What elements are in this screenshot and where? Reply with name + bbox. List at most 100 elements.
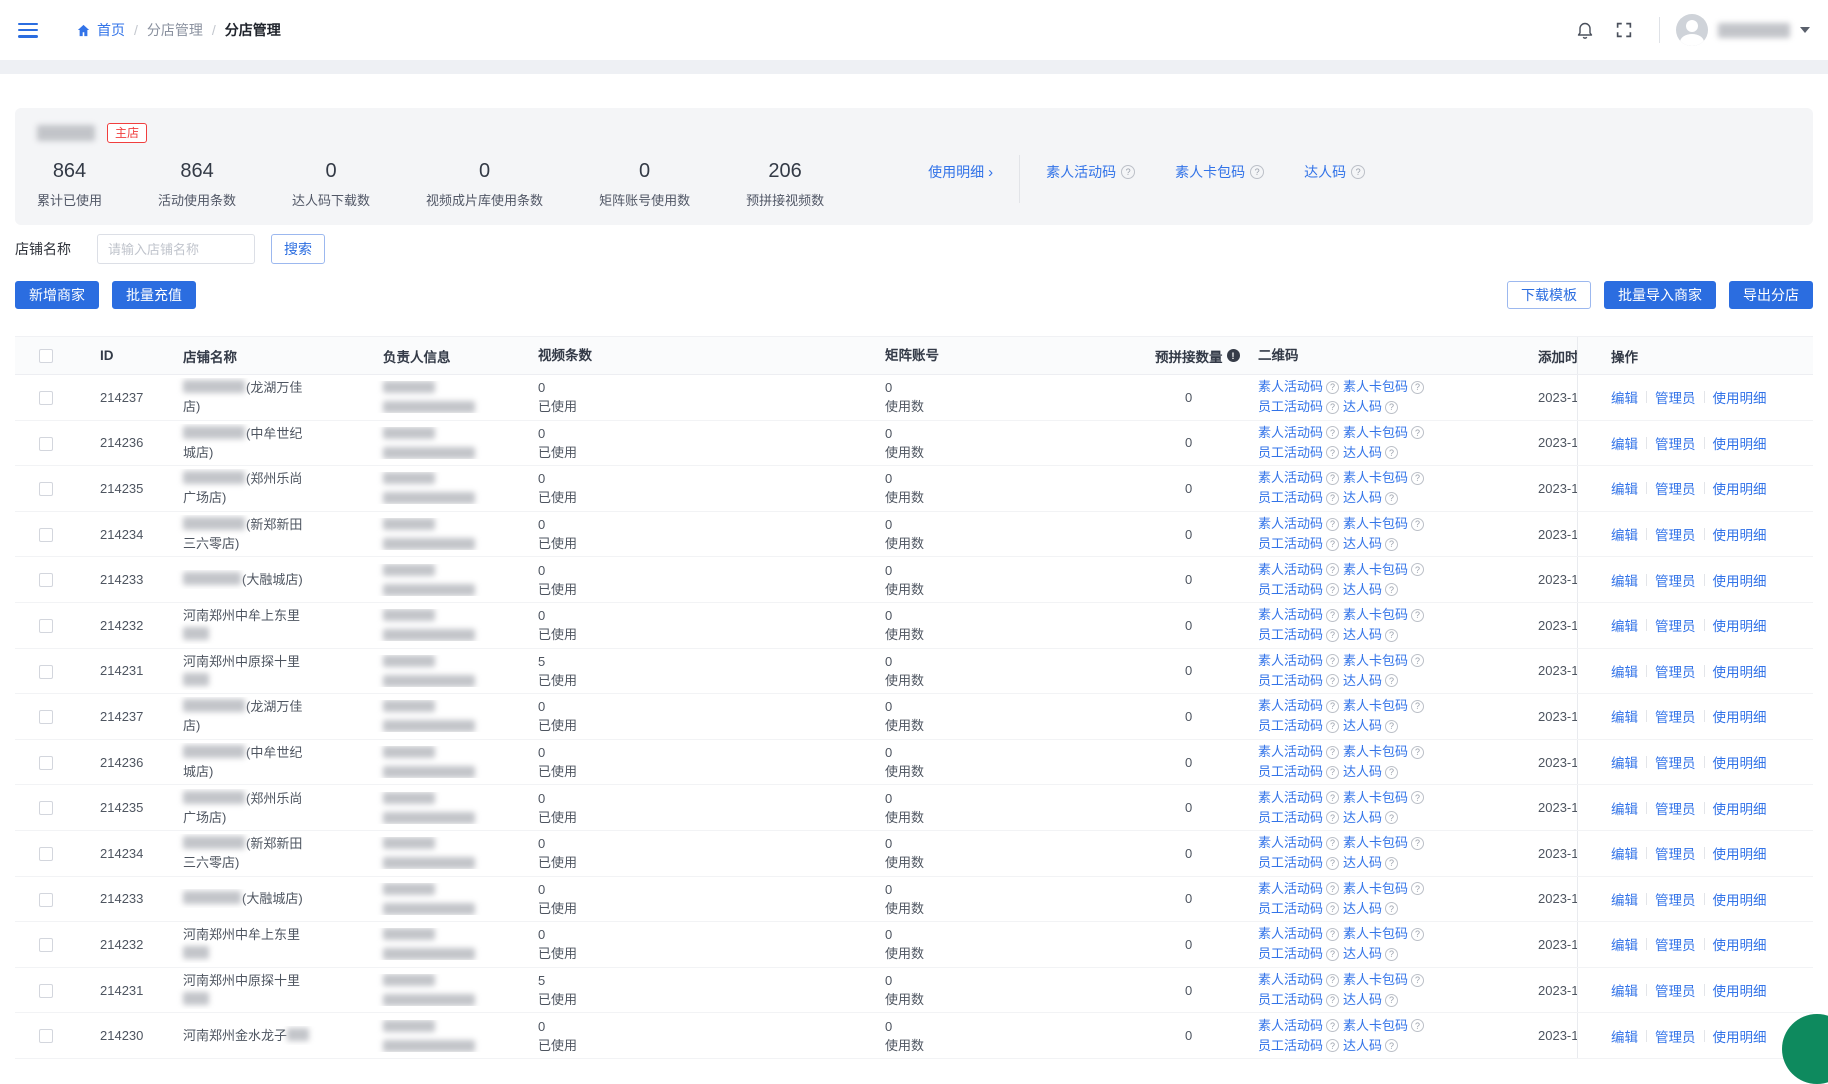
user-menu-caret-icon[interactable] xyxy=(1800,27,1810,33)
qr-daren-code-link[interactable]: 达人码 xyxy=(1343,990,1382,1010)
question-icon[interactable] xyxy=(1385,629,1398,642)
edit-link[interactable]: 编辑 xyxy=(1611,387,1638,407)
question-icon[interactable] xyxy=(1411,746,1424,759)
qr-daren-code-link[interactable]: 达人码 xyxy=(1343,397,1382,417)
question-icon[interactable] xyxy=(1351,165,1365,179)
question-icon[interactable] xyxy=(1326,948,1339,961)
qr-staff-activity-link[interactable]: 员工活动码 xyxy=(1258,671,1323,691)
export-branch-button[interactable]: 导出分店 xyxy=(1729,281,1813,309)
qr-daren-code-link[interactable]: 达人码 xyxy=(1343,1036,1382,1056)
qr-daren-code-link[interactable]: 达人码 xyxy=(1343,443,1382,463)
qr-suren-cardpack-link[interactable]: 素人卡包码 xyxy=(1343,560,1408,580)
qr-daren-code-link[interactable]: 达人码 xyxy=(1343,899,1382,919)
question-icon[interactable] xyxy=(1411,882,1424,895)
qr-suren-cardpack-link[interactable]: 素人卡包码 xyxy=(1343,924,1408,944)
qr-staff-activity-link[interactable]: 员工活动码 xyxy=(1258,443,1323,463)
qr-suren-cardpack-link[interactable]: 素人卡包码 xyxy=(1343,468,1408,488)
question-icon[interactable] xyxy=(1411,563,1424,576)
row-checkbox[interactable] xyxy=(39,710,53,724)
question-icon[interactable] xyxy=(1326,902,1339,915)
qr-suren-activity-link[interactable]: 素人活动码 xyxy=(1258,651,1323,671)
edit-link[interactable]: 编辑 xyxy=(1611,889,1638,909)
question-icon[interactable] xyxy=(1326,928,1339,941)
batch-import-button[interactable]: 批量导入商家 xyxy=(1604,281,1716,309)
qr-staff-activity-link[interactable]: 员工活动码 xyxy=(1258,716,1323,736)
suren-activity-code-link[interactable]: 素人活动码 xyxy=(1046,162,1135,182)
question-icon[interactable] xyxy=(1326,518,1339,531)
question-icon[interactable] xyxy=(1326,837,1339,850)
edit-link[interactable]: 编辑 xyxy=(1611,1026,1638,1046)
edit-link[interactable]: 编辑 xyxy=(1611,570,1638,590)
usage-detail-row-link[interactable]: 使用明细 xyxy=(1713,706,1767,726)
select-all-checkbox[interactable] xyxy=(39,349,53,363)
row-checkbox[interactable] xyxy=(39,437,53,451)
batch-recharge-button[interactable]: 批量充值 xyxy=(112,281,196,309)
question-icon[interactable] xyxy=(1411,518,1424,531)
question-icon[interactable] xyxy=(1411,609,1424,622)
qr-staff-activity-link[interactable]: 员工活动码 xyxy=(1258,580,1323,600)
question-icon[interactable] xyxy=(1411,791,1424,804)
question-icon[interactable] xyxy=(1326,974,1339,987)
edit-link[interactable]: 编辑 xyxy=(1611,433,1638,453)
question-icon[interactable] xyxy=(1326,583,1339,596)
usage-detail-row-link[interactable]: 使用明细 xyxy=(1713,752,1767,772)
question-icon[interactable] xyxy=(1411,837,1424,850)
question-icon[interactable] xyxy=(1326,629,1339,642)
qr-suren-cardpack-link[interactable]: 素人卡包码 xyxy=(1343,879,1408,899)
suren-cardpack-code-link[interactable]: 素人卡包码 xyxy=(1175,162,1264,182)
download-template-button[interactable]: 下载模板 xyxy=(1507,281,1591,309)
question-icon[interactable] xyxy=(1411,426,1424,439)
qr-suren-cardpack-link[interactable]: 素人卡包码 xyxy=(1343,833,1408,853)
avatar[interactable] xyxy=(1676,14,1708,46)
admin-link[interactable]: 管理员 xyxy=(1655,387,1696,407)
question-icon[interactable] xyxy=(1326,446,1339,459)
qr-staff-activity-link[interactable]: 员工活动码 xyxy=(1258,534,1323,554)
qr-suren-activity-link[interactable]: 素人活动码 xyxy=(1258,468,1323,488)
question-icon[interactable] xyxy=(1326,720,1339,733)
question-icon[interactable] xyxy=(1326,381,1339,394)
question-icon[interactable] xyxy=(1411,700,1424,713)
edit-link[interactable]: 编辑 xyxy=(1611,843,1638,863)
qr-suren-activity-link[interactable]: 素人活动码 xyxy=(1258,788,1323,808)
usage-detail-row-link[interactable]: 使用明细 xyxy=(1713,524,1767,544)
question-icon[interactable] xyxy=(1385,492,1398,505)
qr-suren-cardpack-link[interactable]: 素人卡包码 xyxy=(1343,514,1408,534)
row-checkbox[interactable] xyxy=(39,619,53,633)
usage-detail-link[interactable]: 使用明细 xyxy=(928,162,993,182)
question-icon[interactable] xyxy=(1326,791,1339,804)
usage-detail-row-link[interactable]: 使用明细 xyxy=(1713,661,1767,681)
question-icon[interactable] xyxy=(1411,381,1424,394)
usage-detail-row-link[interactable]: 使用明细 xyxy=(1713,387,1767,407)
question-icon[interactable] xyxy=(1326,654,1339,667)
edit-link[interactable]: 编辑 xyxy=(1611,661,1638,681)
qr-daren-code-link[interactable]: 达人码 xyxy=(1343,488,1382,508)
admin-link[interactable]: 管理员 xyxy=(1655,752,1696,772)
edit-link[interactable]: 编辑 xyxy=(1611,980,1638,1000)
qr-suren-cardpack-link[interactable]: 素人卡包码 xyxy=(1343,970,1408,990)
admin-link[interactable]: 管理员 xyxy=(1655,661,1696,681)
qr-staff-activity-link[interactable]: 员工活动码 xyxy=(1258,625,1323,645)
edit-link[interactable]: 编辑 xyxy=(1611,752,1638,772)
question-icon[interactable] xyxy=(1385,948,1398,961)
qr-suren-cardpack-link[interactable]: 素人卡包码 xyxy=(1343,423,1408,443)
row-checkbox[interactable] xyxy=(39,984,53,998)
row-checkbox[interactable] xyxy=(39,893,53,907)
admin-link[interactable]: 管理员 xyxy=(1655,524,1696,544)
qr-staff-activity-link[interactable]: 员工活动码 xyxy=(1258,1036,1323,1056)
question-icon[interactable] xyxy=(1411,928,1424,941)
question-icon[interactable] xyxy=(1326,766,1339,779)
fullscreen-icon[interactable] xyxy=(1615,21,1633,39)
qr-suren-activity-link[interactable]: 素人活动码 xyxy=(1258,605,1323,625)
row-checkbox[interactable] xyxy=(39,665,53,679)
usage-detail-row-link[interactable]: 使用明细 xyxy=(1713,570,1767,590)
usage-detail-row-link[interactable]: 使用明细 xyxy=(1713,934,1767,954)
edit-link[interactable]: 编辑 xyxy=(1611,524,1638,544)
daren-code-link[interactable]: 达人码 xyxy=(1304,162,1365,182)
question-icon[interactable] xyxy=(1385,401,1398,414)
admin-link[interactable]: 管理员 xyxy=(1655,889,1696,909)
usage-detail-row-link[interactable]: 使用明细 xyxy=(1713,843,1767,863)
question-icon[interactable] xyxy=(1326,994,1339,1007)
add-merchant-button[interactable]: 新增商家 xyxy=(15,281,99,309)
qr-suren-activity-link[interactable]: 素人活动码 xyxy=(1258,833,1323,853)
qr-staff-activity-link[interactable]: 员工活动码 xyxy=(1258,808,1323,828)
